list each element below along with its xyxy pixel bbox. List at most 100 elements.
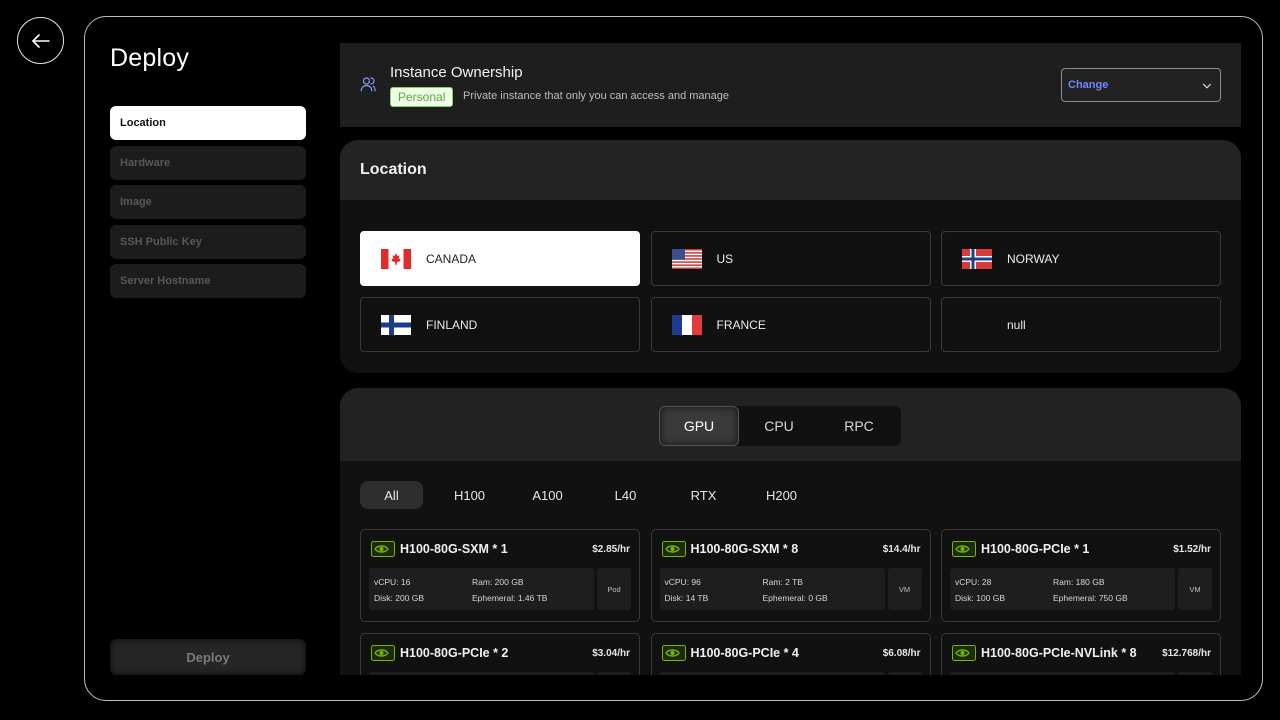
location-label: US xyxy=(716,251,734,266)
filter-all[interactable]: All xyxy=(360,481,423,509)
gpu-card[interactable]: H100-80G-SXM * 1 $2.85/hr vCPU: 16 Ram: … xyxy=(360,529,640,622)
gpu-price: $1.52/hr xyxy=(1173,544,1211,555)
spec-ram: Ram: 180 GB xyxy=(1053,577,1105,587)
gpu-price: $2.85/hr xyxy=(592,544,630,555)
location-label: CANADA xyxy=(426,251,477,266)
filter-l40[interactable]: L40 xyxy=(594,481,657,509)
location-us[interactable]: US xyxy=(650,231,931,286)
user-icon xyxy=(360,77,376,92)
chevron-down-icon xyxy=(1202,83,1212,89)
personal-badge: Personal xyxy=(390,87,454,107)
finland-flag-icon xyxy=(381,314,411,335)
location-card: Location CANADA US NORWAY FINLAND FRANCE… xyxy=(340,140,1241,373)
location-canada[interactable]: CANADA xyxy=(360,231,640,286)
tab-cpu[interactable]: CPU xyxy=(739,406,819,446)
page-title: Deploy xyxy=(110,44,190,72)
filter-h200[interactable]: H200 xyxy=(750,481,813,509)
location-label: NORWAY xyxy=(1007,251,1060,266)
hardware-type-tabs: GPU CPU RPC xyxy=(659,406,901,446)
step-image[interactable]: Image xyxy=(110,185,306,219)
step-hardware[interactable]: Hardware xyxy=(110,145,306,180)
location-grid: CANADA US NORWAY FINLAND FRANCE null xyxy=(360,231,1221,352)
gpu-price: $3.04/hr xyxy=(592,648,630,659)
gpu-type-badge xyxy=(1178,672,1212,675)
spec-ram: Ram: 200 GB xyxy=(472,577,524,587)
gpu-card[interactable]: H100-80G-PCIe * 4 $6.08/hr xyxy=(650,633,931,675)
spec-disk: Disk: 14 TB xyxy=(664,593,709,603)
spec-ram: Ram: 2 TB xyxy=(762,577,803,587)
spec-vcpu: vCPU: 16 xyxy=(374,577,411,587)
location-label: null xyxy=(1007,317,1026,332)
location-norway[interactable]: NORWAY xyxy=(941,231,1221,286)
nvidia-logo-icon xyxy=(371,541,395,557)
location-france[interactable]: FRANCE xyxy=(650,297,931,352)
gpu-grid: H100-80G-SXM * 1 $2.85/hr vCPU: 16 Ram: … xyxy=(360,529,1221,675)
nvidia-logo-icon xyxy=(661,645,686,661)
location-label: FRANCE xyxy=(716,317,766,332)
us-flag-icon xyxy=(671,248,702,269)
step-server-hostname[interactable]: Server Hostname xyxy=(110,264,306,298)
gpu-type-badge xyxy=(887,672,922,675)
hardware-header: GPU CPU RPC xyxy=(340,388,1241,461)
france-flag-icon xyxy=(671,314,702,335)
back-button[interactable] xyxy=(17,17,64,64)
location-label: FINLAND xyxy=(426,317,478,332)
gpu-price: $14.4/hr xyxy=(882,544,921,555)
ownership-change-select[interactable]: Change xyxy=(1061,68,1221,102)
spec-disk: Disk: 200 GB xyxy=(374,593,425,603)
gpu-price: $12.768/hr xyxy=(1162,648,1211,659)
spec-vcpu: vCPU: 96 xyxy=(664,577,701,587)
gpu-name: H100-80G-PCIe * 2 xyxy=(400,646,509,660)
gpu-name: H100-80G-SXM * 1 xyxy=(400,542,508,556)
gpu-card[interactable]: H100-80G-PCIe-NVLink * 8 $12.768/hr xyxy=(941,633,1221,675)
gpu-card[interactable]: H100-80G-SXM * 8 $14.4/hr vCPU: 96 Ram: … xyxy=(650,529,931,622)
gpu-filter-bar: All H100 A100 L40 RTX H200 xyxy=(360,481,828,509)
canada-flag-icon xyxy=(381,248,411,269)
nvidia-logo-icon xyxy=(952,645,976,661)
spec-ephemeral: Ephemeral: 750 GB xyxy=(1053,593,1128,603)
filter-rtx[interactable]: RTX xyxy=(672,481,735,509)
hardware-card: GPU CPU RPC All H100 A100 L40 RTX H200 H… xyxy=(340,388,1241,675)
nvidia-logo-icon xyxy=(661,541,686,557)
spec-ephemeral: Ephemeral: 0 GB xyxy=(762,593,828,603)
gpu-specs xyxy=(659,672,885,675)
step-location[interactable]: Location xyxy=(110,106,306,140)
gpu-card[interactable]: H100-80G-PCIe * 2 $3.04/hr xyxy=(360,633,640,675)
location-null[interactable]: null xyxy=(941,297,1221,352)
spec-disk: Disk: 100 GB xyxy=(955,593,1006,603)
nvidia-logo-icon xyxy=(371,645,395,661)
norway-flag-icon xyxy=(962,248,992,269)
gpu-type-badge: VM xyxy=(887,568,922,610)
gpu-type-badge xyxy=(597,672,631,675)
gpu-specs: vCPU: 16 Ram: 200 GB Disk: 200 GB Epheme… xyxy=(369,568,594,610)
ownership-title: Instance Ownership xyxy=(390,64,523,81)
tab-gpu[interactable]: GPU xyxy=(659,406,739,446)
gpu-type-badge: VM xyxy=(1178,568,1212,610)
gpu-specs xyxy=(950,672,1175,675)
spec-vcpu: vCPU: 28 xyxy=(955,577,992,587)
deploy-panel: Deploy Location Hardware Image SSH Publi… xyxy=(84,16,1263,701)
nvidia-logo-icon xyxy=(952,541,976,557)
gpu-name: H100-80G-PCIe * 4 xyxy=(690,646,799,660)
location-finland[interactable]: FINLAND xyxy=(360,297,640,352)
step-ssh-public-key[interactable]: SSH Public Key xyxy=(110,224,306,259)
gpu-specs xyxy=(369,672,594,675)
arrow-left-icon xyxy=(31,33,50,48)
gpu-name: H100-80G-PCIe-NVLink * 8 xyxy=(981,646,1137,660)
tab-rpc[interactable]: RPC xyxy=(819,406,899,446)
instance-ownership-panel: Instance Ownership Personal Private inst… xyxy=(340,43,1241,127)
filter-h100[interactable]: H100 xyxy=(438,481,501,509)
ownership-description: Private instance that only you can acces… xyxy=(463,90,729,102)
gpu-name: H100-80G-SXM * 8 xyxy=(690,542,799,556)
gpu-card[interactable]: H100-80G-PCIe * 1 $1.52/hr vCPU: 28 Ram:… xyxy=(941,529,1221,622)
gpu-name: H100-80G-PCIe * 1 xyxy=(981,542,1090,556)
gpu-specs: vCPU: 28 Ram: 180 GB Disk: 100 GB Epheme… xyxy=(950,568,1175,610)
spec-ephemeral: Ephemeral: 1.46 TB xyxy=(472,593,548,603)
main-content: Instance Ownership Personal Private inst… xyxy=(340,43,1241,675)
change-label: Change xyxy=(1068,79,1109,91)
filter-a100[interactable]: A100 xyxy=(516,481,579,509)
location-heading: Location xyxy=(340,140,1241,200)
gpu-price: $6.08/hr xyxy=(882,648,921,659)
deploy-button[interactable]: Deploy xyxy=(110,639,306,675)
gpu-type-badge: Pod xyxy=(597,568,631,610)
